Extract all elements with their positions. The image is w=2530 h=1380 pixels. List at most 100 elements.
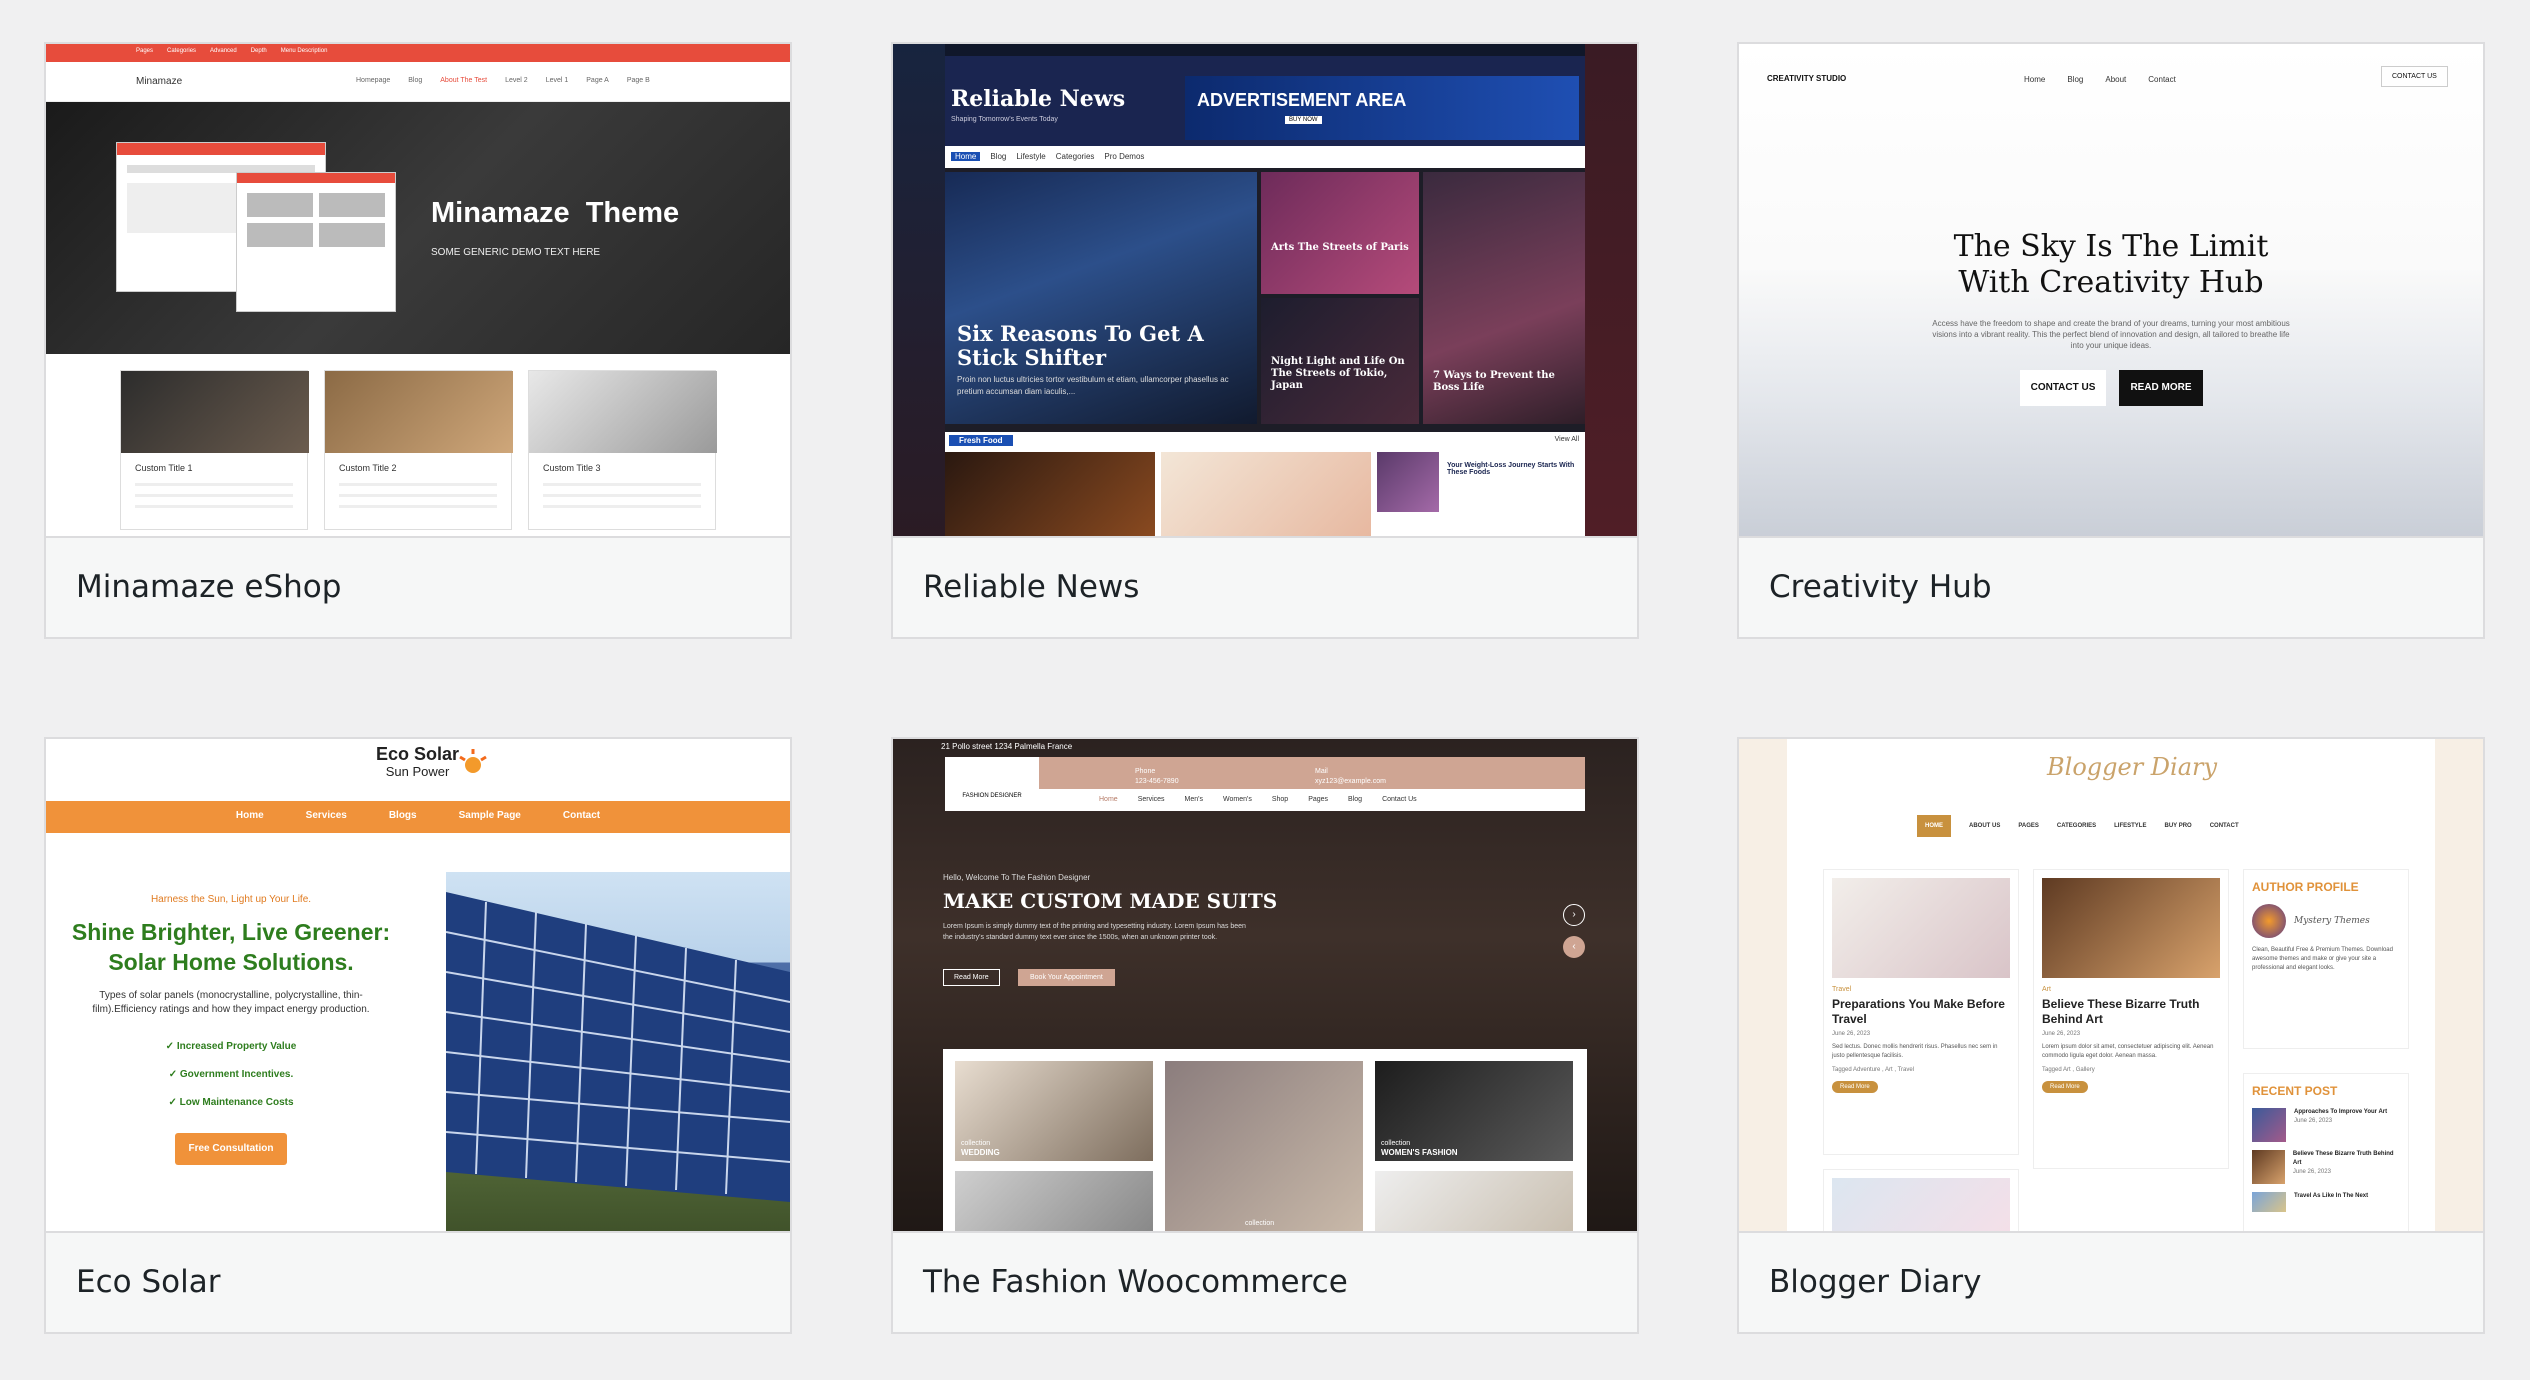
preview-nav-item: Menu Description: [280, 48, 328, 54]
preview-address: 21 Pollo street 1234 Palmella France: [941, 742, 1073, 751]
preview-logo: Blogger Diary: [2047, 753, 2218, 781]
preview-logo: CREATIVITY STUDIO: [1767, 74, 1847, 83]
theme-card-eco-solar[interactable]: Eco Solar Sun Power Home Services Blogs …: [44, 737, 792, 1334]
theme-name[interactable]: Creativity Hub: [1769, 538, 1992, 637]
preview-logo-text: Sun Power: [385, 764, 450, 779]
preview-logo: Eco Solar Sun Power: [376, 745, 459, 781]
preview-product-title: Custom Title 1: [135, 463, 193, 473]
theme-name[interactable]: Eco Solar: [76, 1233, 220, 1332]
preview-collection-name: WEDDING: [961, 1148, 1000, 1157]
preview-nav-item: LIFESTYLE: [2114, 823, 2147, 829]
preview-nav: Home Services Blogs Sample Page Contact: [46, 801, 790, 833]
preview-author-bio: Clean, Beautiful Free & Premium Themes. …: [2252, 947, 2393, 971]
preview-nav-item: Services: [1137, 796, 1165, 803]
preview-nav-item: Men's: [1184, 796, 1203, 803]
preview-hero: Minamaze Theme SOME GENERIC DEMO TEXT HE…: [46, 102, 790, 354]
preview-author-widget: AUTHOR PROFILE Mystery Themes Clean, Bea…: [2243, 869, 2409, 1049]
preview-phone-label: Phone: [1135, 768, 1156, 775]
preview-ad-button: BUY NOW: [1285, 116, 1322, 124]
preview-read-more: Read More: [2042, 1081, 2088, 1093]
preview-hero-title: Minamaze Theme: [431, 197, 680, 229]
theme-screenshot[interactable]: Blogger Diary HOME ABOUT US PAGES CATEGO…: [1739, 739, 2483, 1233]
preview-logo: FASHION DESIGNER: [945, 757, 1039, 811]
preview-view-all: View All: [1554, 436, 1579, 443]
theme-name[interactable]: Minamaze eShop: [76, 538, 341, 637]
preview-list-item: Your Weight-Loss Journey Starts With The…: [1447, 462, 1575, 476]
theme-card-minamaze[interactable]: Pages Categories Advanced Depth Menu Des…: [44, 42, 792, 639]
preview-kicker: Harness the Sun, Light up Your Life.: [150, 894, 312, 905]
preview-hero-text-block: Harness the Sun, Light up Your Life. Shi…: [46, 894, 416, 1165]
preview-button: CONTACT US: [2020, 370, 2106, 406]
preview-ad-text: ADVERTISEMENT AREA: [1197, 90, 1407, 110]
preview-nav-item: Blog: [990, 152, 1007, 161]
preview-benefit: ✓ Government Incentives.: [168, 1069, 294, 1080]
sun-icon: [456, 747, 490, 775]
preview-post-excerpt: Lorem ipsum dolor sit amet, consectetuer…: [2042, 1044, 2214, 1059]
preview-mail-label: Mail: [1315, 768, 1328, 775]
preview-hero-subtitle: SOME GENERIC DEMO TEXT HERE: [431, 247, 601, 258]
preview-nav-item: Pages: [1308, 796, 1329, 803]
theme-card-creativity-hub[interactable]: CREATIVITY STUDIO Home Blog About Contac…: [1737, 42, 2485, 639]
preview-post-card: Art Believe These Bizarre Truth Behind A…: [2033, 869, 2229, 1169]
theme-screenshot[interactable]: Eco Solar Sun Power Home Services Blogs …: [46, 739, 790, 1233]
preview-side-story: 7 Ways to Prevent the Boss Life: [1423, 172, 1585, 424]
preview-nav-item: HOME: [1917, 815, 1951, 837]
preview-post-category: Travel: [1832, 986, 1852, 993]
preview-excerpt: Proin non luctus ultricies tortor vestib…: [957, 375, 1229, 396]
preview-nav-item: Home: [1099, 796, 1118, 803]
preview-side-title: Night Light and Life On The Streets of T…: [1271, 356, 1405, 391]
preview-nav-item: Contact: [2148, 75, 2176, 84]
preview-section-label: Fresh Food: [949, 435, 1013, 446]
preview-post-tags: Tagged Adventure , Art , Travel: [1832, 1067, 1915, 1073]
theme-name[interactable]: Blogger Diary: [1769, 1233, 1981, 1332]
preview-headline: Six Reasons To Get A Stick Shifter: [957, 321, 1204, 370]
preview-nav-item: Blog: [2067, 75, 2084, 84]
preview-post-excerpt: Sed lectus. Donec mollis hendrerit risus…: [1832, 1044, 1998, 1059]
preview-tagline: Shaping Tomorrow's Events Today: [951, 116, 1058, 123]
preview-side-title: 7 Ways to Prevent the Boss Life: [1433, 370, 1555, 393]
theme-card-reliable-news[interactable]: Reliable News Shaping Tomorrow's Events …: [891, 42, 1639, 639]
preview-logo-text: Eco Solar: [376, 744, 460, 764]
preview-side-story: Arts The Streets of Paris: [1261, 172, 1419, 294]
preview-headline: Shine Brighter, Live Greener:: [71, 919, 391, 945]
preview-nav-item: Level 1: [545, 77, 569, 84]
preview-nav-item: About: [2105, 75, 2127, 84]
preview-nav-item: Blog: [408, 77, 423, 84]
preview-button: READ MORE: [2119, 370, 2203, 406]
preview-nav-item: Home: [2024, 75, 2046, 84]
preview-product-card: Custom Title 2: [324, 370, 513, 530]
preview-nav-item: Categories: [1055, 152, 1095, 161]
preview-post-title: Preparations You Make Before Travel: [1832, 997, 2005, 1026]
theme-card-blogger-diary[interactable]: Blogger Diary HOME ABOUT US PAGES CATEGO…: [1737, 737, 2485, 1334]
preview-nav-item: About The Test: [440, 77, 488, 84]
preview-product-card: Custom Title 3: [528, 370, 717, 530]
preview-collections: collection WEDDING collection collection…: [943, 1049, 1587, 1231]
theme-card-fashion-woocommerce[interactable]: 21 Pollo street 1234 Palmella France FAS…: [891, 737, 1639, 1334]
preview-recent-title: Approaches To Improve Your Art: [2294, 1109, 2388, 1115]
theme-screenshot[interactable]: Pages Categories Advanced Depth Menu Des…: [46, 44, 790, 538]
preview-widget-heading: RECENT POST: [2252, 1084, 2338, 1098]
preview-nav-item: Page B: [626, 77, 650, 84]
preview-product-title: Custom Title 3: [543, 463, 601, 473]
preview-nav-item: Depth: [250, 48, 267, 54]
chevron-left-icon: ‹: [1563, 936, 1585, 958]
preview-button: Read More: [943, 969, 1000, 986]
preview-contact-button: CONTACT US: [2381, 66, 2448, 87]
theme-screenshot[interactable]: Reliable News Shaping Tomorrow's Events …: [893, 44, 1637, 538]
theme-name[interactable]: Reliable News: [923, 538, 1139, 637]
preview-nav-item: Advanced: [210, 48, 237, 54]
preview-hero-line: With Creativity Hub: [1958, 265, 2264, 300]
preview-logo: Minamaze: [136, 76, 183, 87]
preview-nav: Home Blog Lifestyle Categories Pro Demos: [945, 146, 1585, 168]
preview-nav-item: Pro Demos: [1104, 152, 1145, 161]
preview-author-name: Mystery Themes: [2294, 916, 2370, 926]
preview-benefit: ✓ Low Maintenance Costs: [168, 1097, 294, 1108]
theme-screenshot[interactable]: 21 Pollo street 1234 Palmella France FAS…: [893, 739, 1637, 1233]
theme-screenshot[interactable]: CREATIVITY STUDIO Home Blog About Contac…: [1739, 44, 2483, 538]
theme-name[interactable]: The Fashion Woocommerce: [923, 1233, 1348, 1332]
preview-hero-text: Access have the freedom to shape and cre…: [1932, 319, 2290, 350]
preview-nav-item: Categories: [167, 48, 197, 54]
preview-body: Types of solar panels (monocrystalline, …: [92, 990, 370, 1015]
preview-post-category: Art: [2042, 986, 2051, 993]
preview-recent-title: Believe These Bizarre Truth Behind Art: [2292, 1151, 2394, 1166]
